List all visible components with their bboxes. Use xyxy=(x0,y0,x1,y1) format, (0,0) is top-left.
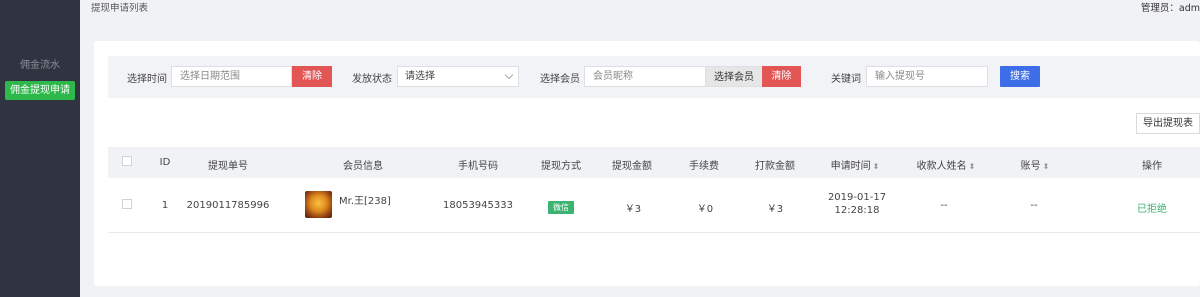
status-select-value: 请选择 xyxy=(405,71,435,82)
row-paid: ￥3 xyxy=(766,204,784,215)
sidebar-item-commission-withdraw[interactable]: 佣金提现申请 xyxy=(5,81,75,100)
col-phone: 手机号码 xyxy=(458,161,498,172)
keyword-input[interactable]: 输入提现号 xyxy=(866,66,988,87)
col-account[interactable]: 账号 ⬍ xyxy=(1010,157,1060,172)
select-all-checkbox[interactable] xyxy=(122,156,132,166)
row-account: -- xyxy=(1030,200,1038,211)
export-button[interactable]: 导出提现表 xyxy=(1136,113,1200,134)
clear-date-button[interactable]: 清除 xyxy=(292,66,332,87)
row-status-link[interactable]: 已拒绝 xyxy=(1124,200,1180,215)
member-label: 选择会员 xyxy=(540,74,580,85)
col-apply-time[interactable]: 申请时间 ⬍ xyxy=(820,157,890,172)
row-amount: ￥3 xyxy=(624,204,642,215)
col-method: 提现方式 xyxy=(541,161,581,172)
table-header: ID 提现单号 会员信息 手机号码 提现方式 提现金额 手续费 打款金额 申请时… xyxy=(108,147,1200,178)
date-range-input[interactable]: 选择日期范围 xyxy=(171,66,292,87)
col-order-no: 提现单号 xyxy=(208,161,248,172)
sort-icon[interactable]: ⬍ xyxy=(1043,162,1050,171)
sort-icon[interactable]: ⬍ xyxy=(873,162,880,171)
sidebar: 佣金流水 佣金提现申请 xyxy=(0,0,80,297)
col-action: 操作 xyxy=(1142,161,1162,172)
table-row: 1 2019011785996 Mr.王[238] 18053945333 微信… xyxy=(108,178,1200,233)
filter-bar: 选择时间 选择日期范围 清除 发放状态 请选择 选择会员 会员昵称 选择会员 清… xyxy=(108,56,1200,98)
wechat-badge: 微信 xyxy=(548,201,574,214)
row-phone: 18053945333 xyxy=(443,200,513,211)
select-member-button[interactable]: 选择会员 xyxy=(706,66,762,87)
sort-icon[interactable]: ⬍ xyxy=(969,162,976,171)
admin-label: 管理员：adm xyxy=(1140,3,1200,14)
status-label: 发放状态 xyxy=(352,74,392,85)
row-payee: -- xyxy=(940,200,948,211)
col-fee: 手续费 xyxy=(689,161,719,172)
row-apply-clock: 12:28:18 xyxy=(834,205,880,216)
col-amount: 提现金额 xyxy=(612,161,652,172)
row-fee: ￥0 xyxy=(696,204,714,215)
content-card: 选择时间 选择日期范围 清除 发放状态 请选择 选择会员 会员昵称 选择会员 清… xyxy=(94,41,1200,286)
member-nickname-input[interactable]: 会员昵称 xyxy=(584,66,706,87)
search-button[interactable]: 搜索 xyxy=(1000,66,1040,87)
row-member-name: Mr.王[238] xyxy=(339,196,391,207)
avatar xyxy=(305,191,332,218)
row-id: 1 xyxy=(161,200,169,211)
row-apply-date: 2019-01-17 xyxy=(827,192,887,203)
top-bar: 提现申请列表 管理员：adm xyxy=(80,0,1200,14)
col-payee[interactable]: 收款人姓名 ⬍ xyxy=(906,157,986,172)
col-paid: 打款金额 xyxy=(755,161,795,172)
chevron-down-icon xyxy=(504,70,514,80)
time-label: 选择时间 xyxy=(127,74,167,85)
page-title: 提现申请列表 xyxy=(91,3,149,14)
keyword-label: 关键词 xyxy=(831,74,861,85)
col-id: ID xyxy=(159,157,171,168)
row-order-no: 2019011785996 xyxy=(186,200,270,211)
clear-member-button[interactable]: 清除 xyxy=(762,66,801,87)
status-select[interactable]: 请选择 xyxy=(397,66,519,87)
row-checkbox[interactable] xyxy=(122,199,132,209)
sidebar-item-commission-flow[interactable]: 佣金流水 xyxy=(0,56,80,71)
col-member: 会员信息 xyxy=(343,161,383,172)
